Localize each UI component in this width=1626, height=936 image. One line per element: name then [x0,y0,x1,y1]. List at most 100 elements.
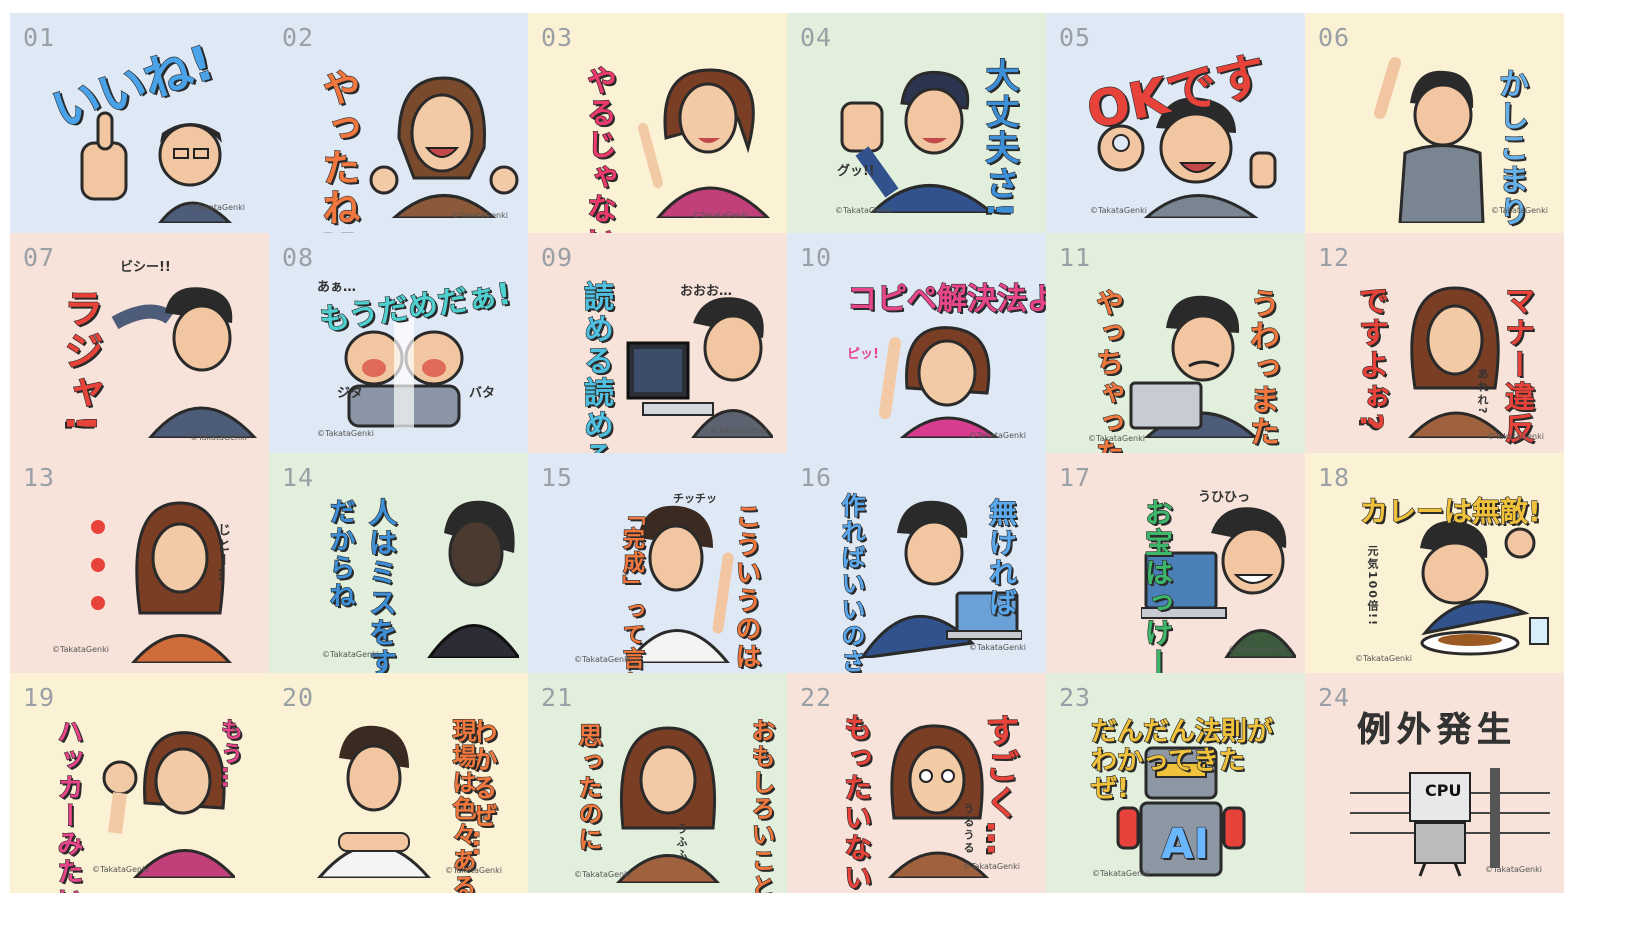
sticker-05[interactable]: 05 OKです ©TakataGenki [1046,13,1305,233]
sticker-01[interactable]: 01 いいね! ©TakataGenki [10,13,269,233]
sticker-sound-effect: うひひっ [1198,490,1251,505]
sticker-caption-secondary: 思ったのに [573,722,602,853]
copyright-credit: ©TakataGenki [317,429,374,438]
sticker-18[interactable]: 18 カレーは無敵! 元気100倍!! ©TakataGenki [1305,453,1564,673]
sticker-grid: 01 いいね! ©TakataGenki 02 やったね! ©TakataGen… [10,13,1564,893]
sticker-caption: マナー違反 [1498,284,1534,445]
sticker-17[interactable]: 17 お宝はっけーん うひひっ ©TakataGenki [1046,453,1305,673]
sticker-number: 22 [800,683,833,712]
ellipsis-dots-illustration [91,520,105,610]
sticker-16[interactable]: 16 無ければ 作ればいいのさ ©TakataGenki [787,453,1046,673]
sticker-caption: やったね! [315,67,360,233]
copyright-credit: ©TakataGenki [188,203,245,212]
sticker-12[interactable]: 12 マナー違反 ですよぉ? あれれ? ©TakataGenki [1305,233,1564,453]
copyright-credit: ©TakataGenki [1485,865,1542,874]
copyright-credit: ©TakataGenki [969,643,1026,652]
sticker-caption-secondary: 作ればいいのさ [836,492,865,673]
sticker-13[interactable]: 13 じとー… ©TakataGenki [10,453,269,673]
sticker-22[interactable]: 22 すごく… もったいない! うるうる ©TakataGenki [787,673,1046,893]
sticker-number: 16 [800,463,833,492]
sticker-11[interactable]: 11 うわっまた やっちゃったよ ©TakataGenki [1046,233,1305,453]
sticker-sound-effect: ピッ! [847,347,879,362]
copyright-credit: ©TakataGenki [451,211,508,220]
copyright-credit: ©TakataGenki [710,426,767,435]
copyright-credit: ©TakataGenki [190,433,247,442]
man-fist-pump-illustration [840,70,992,213]
copyright-credit: ©TakataGenki [574,655,631,664]
copyright-credit: ©TakataGenki [1228,645,1285,654]
sticker-caption: うわっまた [1243,287,1279,448]
sticker-sound-effect: あれれ? [1476,368,1489,416]
sticker-caption: すごく… [978,712,1019,857]
sticker-caption: 無ければ [984,497,1018,618]
sticker-caption-secondary: 「完成」って言わないんだ [618,502,644,673]
sticker-sound-effect: じとー… [215,523,230,583]
man-salute-roger-illustration [111,287,258,438]
sticker-sound-effect: 元気100倍!! [1366,545,1379,627]
sticker-03[interactable]: 03 やるじゃない ©TakataGenki [528,13,787,233]
sticker-sound-effect: チッチッ [673,492,717,505]
copyright-credit: ©TakataGenki [692,211,749,220]
sticker-caption: やるじゃない [580,64,616,233]
cpu-in-boxing-ring-illustration [1350,768,1550,877]
copyright-credit: ©TakataGenki [92,865,149,874]
sticker-caption: 大丈夫さ! [978,57,1019,220]
sticker-number: 13 [23,463,56,492]
copyright-credit: ©TakataGenki [969,431,1026,440]
sticker-caption: かしこまり [1492,67,1528,228]
sticker-number: 12 [1318,243,1351,272]
robot-chest-label: AI [1160,819,1210,868]
sticker-number: 24 [1318,683,1351,712]
sticker-number: 09 [541,243,574,272]
woman-cheering-illustration [369,76,519,218]
sticker-number: 07 [23,243,56,272]
sticker-20[interactable]: 20 わかるぜ… 現場は色々あるよな ©TakataGenki [269,673,528,893]
sticker-23[interactable]: 23 だんだん法則がわかってきたぜ! AI ©TakataGenki [1046,673,1305,893]
sticker-02[interactable]: 02 やったね! ©TakataGenki [269,13,528,233]
sticker-07[interactable]: 07 ラジャ! ビシー!! ©TakataGenki [10,233,269,453]
sticker-number: 15 [541,463,574,492]
sticker-number: 05 [1059,23,1092,52]
sticker-number: 17 [1059,463,1092,492]
sticker-caption: ラジャ! [56,287,103,435]
woman-smirking-illustration [615,726,721,883]
sticker-08[interactable]: 08 もうだめだぁ! あぁ… ジタ バタ ©TakataGenki [269,233,528,453]
sticker-caption-secondary: ハッカーみたいな子ね [52,717,83,893]
man-arms-crossed-illustration [317,725,431,878]
woman-pointing-forward-illustration [102,731,235,878]
sticker-number: 04 [800,23,833,52]
copyright-credit: ©TakataGenki [445,866,502,875]
sticker-sound-effect-right: バタ [469,386,496,401]
sticker-caption-secondary: だからね [324,497,355,610]
sticker-caption: 読める読めるぞ…! [577,280,613,453]
man-eating-curry-illustration [1420,520,1549,656]
sticker-number: 19 [23,683,56,712]
sticker-14[interactable]: 14 人はミスをする生き物 だからね ©TakataGenki [269,453,528,673]
copyright-credit: ©TakataGenki [963,862,1020,871]
copyright-credit: ©TakataGenki [1090,206,1147,215]
sticker-number: 14 [282,463,315,492]
copyright-credit: ©TakataGenki [1355,654,1412,663]
sticker-10[interactable]: 10 コピペ解決法よ! ピッ! ©TakataGenki [787,233,1046,453]
copyright-credit: ©TakataGenki [835,206,892,215]
woman-concerned-illustration [1407,286,1508,438]
sticker-21[interactable]: 21 おもしろいことになると 思ったのに うふふ ©TakataGenki [528,673,787,893]
sticker-09[interactable]: 09 読める読めるぞ…! おおお… ©TakataGenki [528,233,787,453]
woman-pointing-illustration [638,68,771,218]
sticker-caption: カレーは無敵! [1359,495,1541,528]
sticker-19[interactable]: 19 もう… ハッカーみたいな子ね ©TakataGenki [10,673,269,893]
sticker-caption: おもしろいことになると [746,717,775,893]
sticker-24[interactable]: 24 例外発生 CPU ©TakataGenki [1305,673,1564,893]
sticker-sound-effect: ビシー!! [120,260,171,275]
sticker-06[interactable]: 06 かしこまり ©TakataGenki [1305,13,1564,233]
copyright-credit: ©TakataGenki [1487,432,1544,441]
sticker-15[interactable]: 15 こういうのは 「完成」って言わないんだ チッチッ ©TakataGenki [528,453,787,673]
sticker-sound-effect: グッ!! [837,164,875,179]
sticker-sound-effect: うるうる [962,803,975,855]
man-laptop-mistake-illustration [1129,295,1259,438]
sticker-number: 01 [23,23,56,52]
man-dark-profile-illustration [427,500,519,658]
man-tantrum-illustration [344,318,464,428]
sticker-number: 20 [282,683,315,712]
sticker-04[interactable]: 04 大丈夫さ! グッ!! ©TakataGenki [787,13,1046,233]
